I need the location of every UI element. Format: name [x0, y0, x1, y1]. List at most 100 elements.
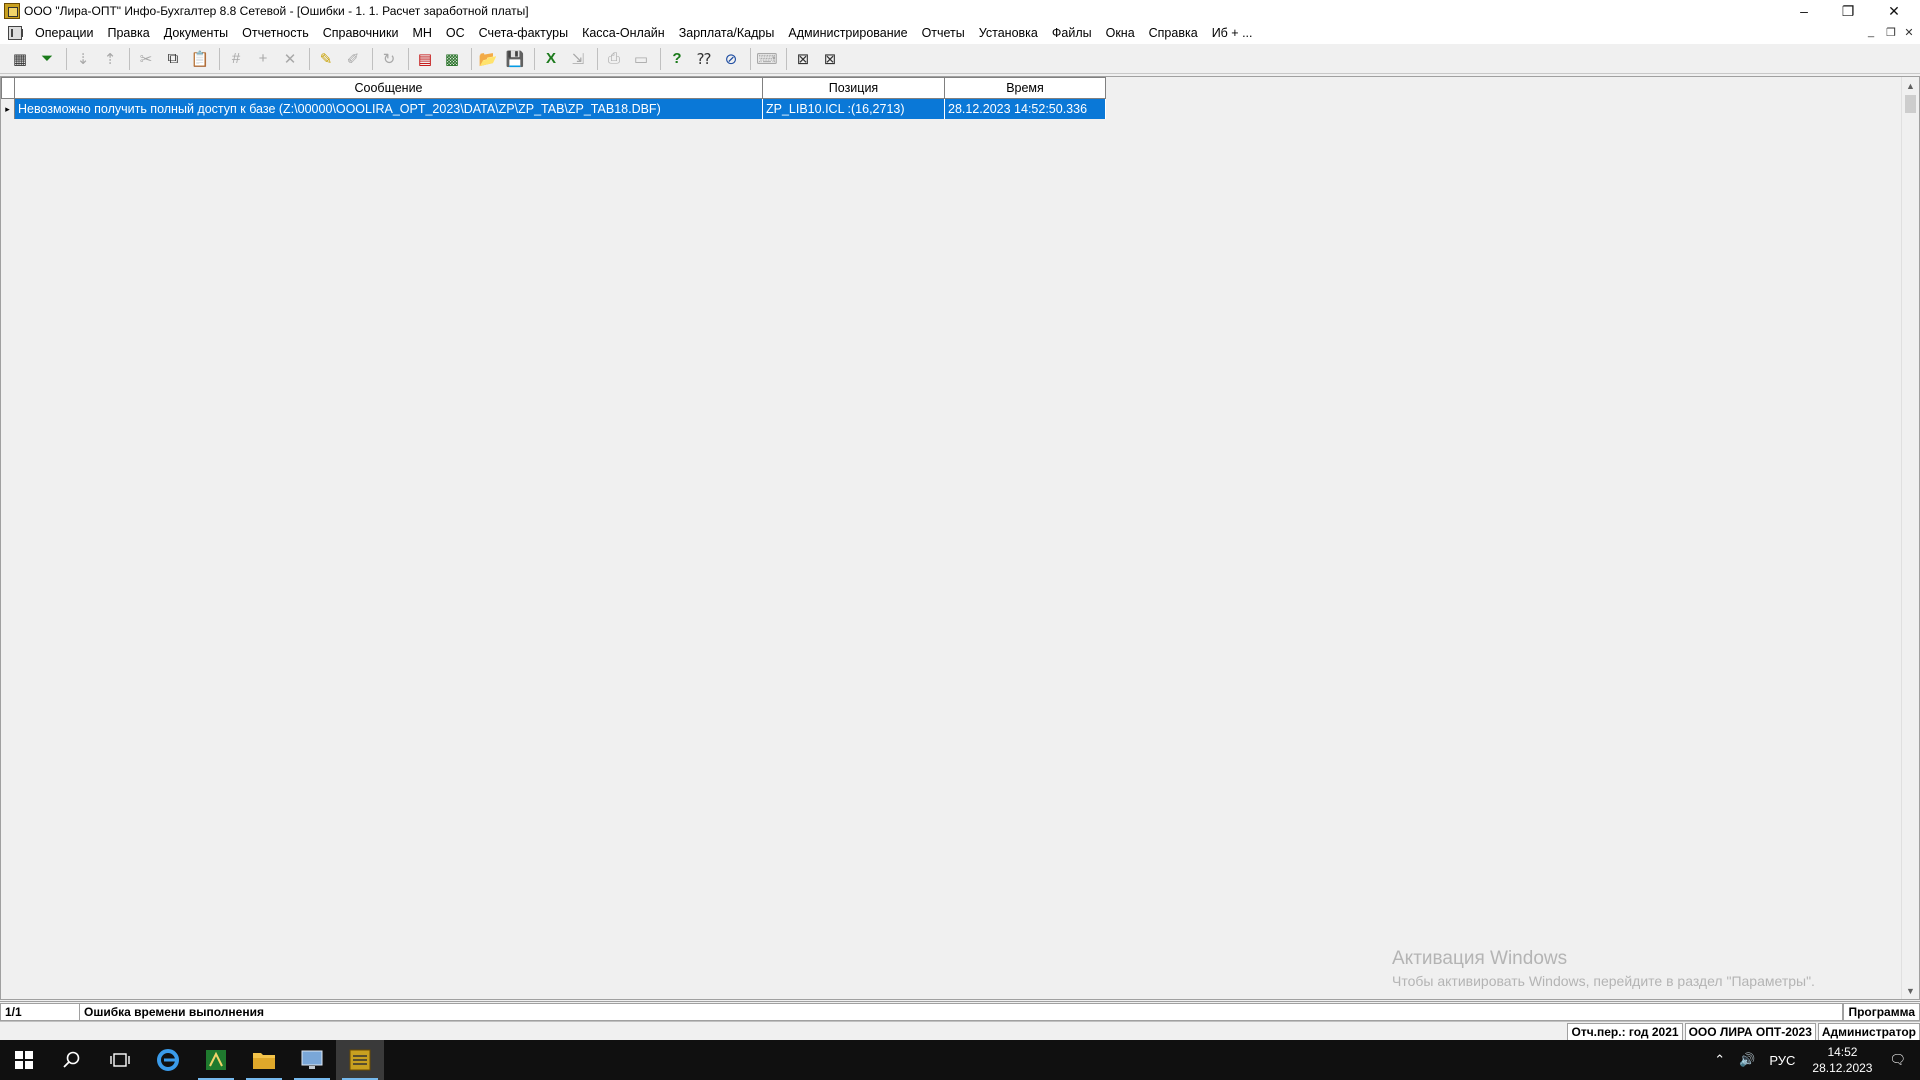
keyboard-icon[interactable]: ⌨	[755, 47, 779, 71]
notifications-icon[interactable]: 🗨	[1882, 1052, 1920, 1068]
language-indicator[interactable]: РУС	[1762, 1053, 1802, 1068]
watermark-subtitle: Чтобы активировать Windows, перейдите в …	[1392, 973, 1815, 989]
mark-icon[interactable]: ✎	[314, 47, 338, 71]
export-icon[interactable]: ⇲	[566, 47, 590, 71]
cut-icon[interactable]: ✂	[134, 47, 158, 71]
taskbar-ie[interactable]	[144, 1040, 192, 1080]
row-indicator-header	[1, 77, 15, 99]
volume-icon[interactable]: 🔊	[1732, 1052, 1762, 1068]
menu-ib-plus[interactable]: Иб + ...	[1205, 22, 1260, 44]
info-bar: Отч.пер.: год 2021 ООО ЛИРА ОПТ-2023 Адм…	[0, 1021, 1920, 1041]
close-window-icon[interactable]: ⊠	[791, 47, 815, 71]
menu-os[interactable]: ОС	[439, 22, 472, 44]
menu-help[interactable]: Справка	[1142, 22, 1205, 44]
system-tray: ⌃ 🔊 РУС 14:52 28.12.2023 🗨	[1707, 1040, 1920, 1080]
internet-explorer-icon	[157, 1049, 179, 1071]
column-header-time[interactable]: Время	[945, 77, 1106, 99]
menu-operations[interactable]: Операции	[28, 22, 100, 44]
search-button[interactable]	[48, 1040, 96, 1080]
menu-salary-hr[interactable]: Зарплата/Кадры	[672, 22, 782, 44]
sort-desc-icon[interactable]: ⇡	[98, 47, 122, 71]
table-row[interactable]: ▸ Невозможно получить полный доступ к ба…	[1, 99, 1106, 119]
numbering-icon[interactable]: #	[224, 47, 248, 71]
cell-position[interactable]: ZP_LIB10.ICL :(16,2713)	[763, 99, 945, 119]
mdi-system-icon[interactable]	[8, 26, 23, 40]
delete-icon[interactable]: ✕	[278, 47, 302, 71]
filter-icon[interactable]: ⏷	[35, 47, 59, 71]
abacus-icon	[349, 1049, 371, 1071]
vertical-scrollbar[interactable]: ▲ ▼	[1901, 77, 1919, 999]
menu-reports[interactable]: Отчеты	[915, 22, 972, 44]
status-message: Ошибка времени выполнения	[80, 1002, 1844, 1021]
status-bar: 1/1 Ошибка времени выполнения Программа	[0, 1001, 1920, 1021]
menu-kassa-online[interactable]: Касса-Онлайн	[575, 22, 672, 44]
open-folder-icon[interactable]: 📂	[476, 47, 500, 71]
menu-edit[interactable]: Правка	[100, 22, 156, 44]
clock-date: 28.12.2023	[1812, 1061, 1873, 1075]
app-icon	[4, 3, 20, 19]
sort-asc-icon[interactable]: ⇣	[71, 47, 95, 71]
pdf-icon[interactable]: ▤	[413, 47, 437, 71]
window-title: ООО "Лира-ОПТ" Инфо-Бухгалтер 8.8 Сетево…	[24, 4, 529, 18]
print-preview-icon[interactable]: ▭	[629, 47, 653, 71]
task-view-button[interactable]	[96, 1040, 144, 1080]
table-view-icon[interactable]: ▦	[8, 47, 32, 71]
taskbar-remote-desktop[interactable]	[288, 1040, 336, 1080]
copy-icon[interactable]: ⧉	[161, 47, 185, 71]
menu-reporting[interactable]: Отчетность	[235, 22, 316, 44]
menu-setup[interactable]: Установка	[972, 22, 1045, 44]
calculator-icon[interactable]: ▩	[440, 47, 464, 71]
menu-administration[interactable]: Администрирование	[781, 22, 914, 44]
column-header-position[interactable]: Позиция	[763, 77, 945, 99]
toolbar-separator	[660, 47, 661, 70]
help-icon[interactable]: ?	[665, 47, 689, 71]
close-all-icon[interactable]: ⊠	[818, 47, 842, 71]
status-mode: Программа	[1843, 1002, 1920, 1021]
add-icon[interactable]: +	[251, 47, 275, 71]
refresh-icon[interactable]: ↻	[377, 47, 401, 71]
tray-overflow-icon[interactable]: ⌃	[1707, 1052, 1732, 1068]
compass-icon[interactable]: ⊘	[719, 47, 743, 71]
activation-watermark: Активация Windows Чтобы активировать Win…	[1392, 948, 1815, 989]
mdi-restore-button[interactable]: ❐	[1882, 26, 1900, 40]
menu-windows[interactable]: Окна	[1099, 22, 1142, 44]
watermark-title: Активация Windows	[1392, 948, 1568, 969]
column-header-message[interactable]: Сообщение	[15, 77, 763, 99]
grid-header: Сообщение Позиция Время	[1, 77, 1106, 99]
start-button[interactable]	[0, 1040, 48, 1080]
context-help-icon[interactable]: ⁇	[692, 47, 716, 71]
mdi-minimize-button[interactable]: _	[1862, 26, 1880, 40]
menu-documents[interactable]: Документы	[157, 22, 235, 44]
save-icon[interactable]: 💾	[503, 47, 527, 71]
menu-mn[interactable]: МН	[405, 22, 438, 44]
toolbar-separator	[309, 47, 310, 70]
close-button[interactable]: ✕	[1872, 0, 1916, 22]
toolbar: ▦ ⏷ ⇣ ⇡ ✂ ⧉ 📋 # + ✕ ✎ ✐ ↻ ▤ ▩ 📂 💾 X ⇲ ⎙ …	[0, 44, 1920, 74]
folder-icon	[253, 1053, 275, 1069]
restore-button[interactable]: ❐	[1826, 0, 1870, 22]
taskbar-explorer[interactable]	[240, 1040, 288, 1080]
paste-icon[interactable]: 📋	[188, 47, 212, 71]
user-name: Администратор	[1817, 1022, 1920, 1041]
cell-message[interactable]: Невозможно получить полный доступ к базе…	[15, 99, 763, 119]
taskbar-info-buhgalter[interactable]	[336, 1040, 384, 1080]
minimize-button[interactable]: –	[1782, 0, 1826, 22]
toolbar-separator	[219, 47, 220, 70]
print-icon[interactable]: ⎙	[602, 47, 626, 71]
taskbar-app-green[interactable]	[192, 1040, 240, 1080]
excel-icon[interactable]: X	[539, 47, 563, 71]
clock[interactable]: 14:52 28.12.2023	[1802, 1044, 1882, 1076]
task-view-icon	[110, 1053, 130, 1067]
scroll-down-icon[interactable]: ▼	[1902, 982, 1919, 999]
scroll-thumb[interactable]	[1905, 95, 1916, 113]
toolbar-separator	[597, 47, 598, 70]
mdi-close-button[interactable]: ✕	[1900, 26, 1918, 40]
menu-files[interactable]: Файлы	[1045, 22, 1099, 44]
scroll-up-icon[interactable]: ▲	[1902, 77, 1919, 94]
title-bar: ООО "Лира-ОПТ" Инфо-Бухгалтер 8.8 Сетево…	[0, 0, 1920, 22]
unmark-icon[interactable]: ✐	[341, 47, 365, 71]
cell-time[interactable]: 28.12.2023 14:52:50.336	[945, 99, 1106, 119]
menu-references[interactable]: Справочники	[316, 22, 406, 44]
toolbar-separator	[750, 47, 751, 70]
menu-invoices[interactable]: Счета-фактуры	[472, 22, 575, 44]
